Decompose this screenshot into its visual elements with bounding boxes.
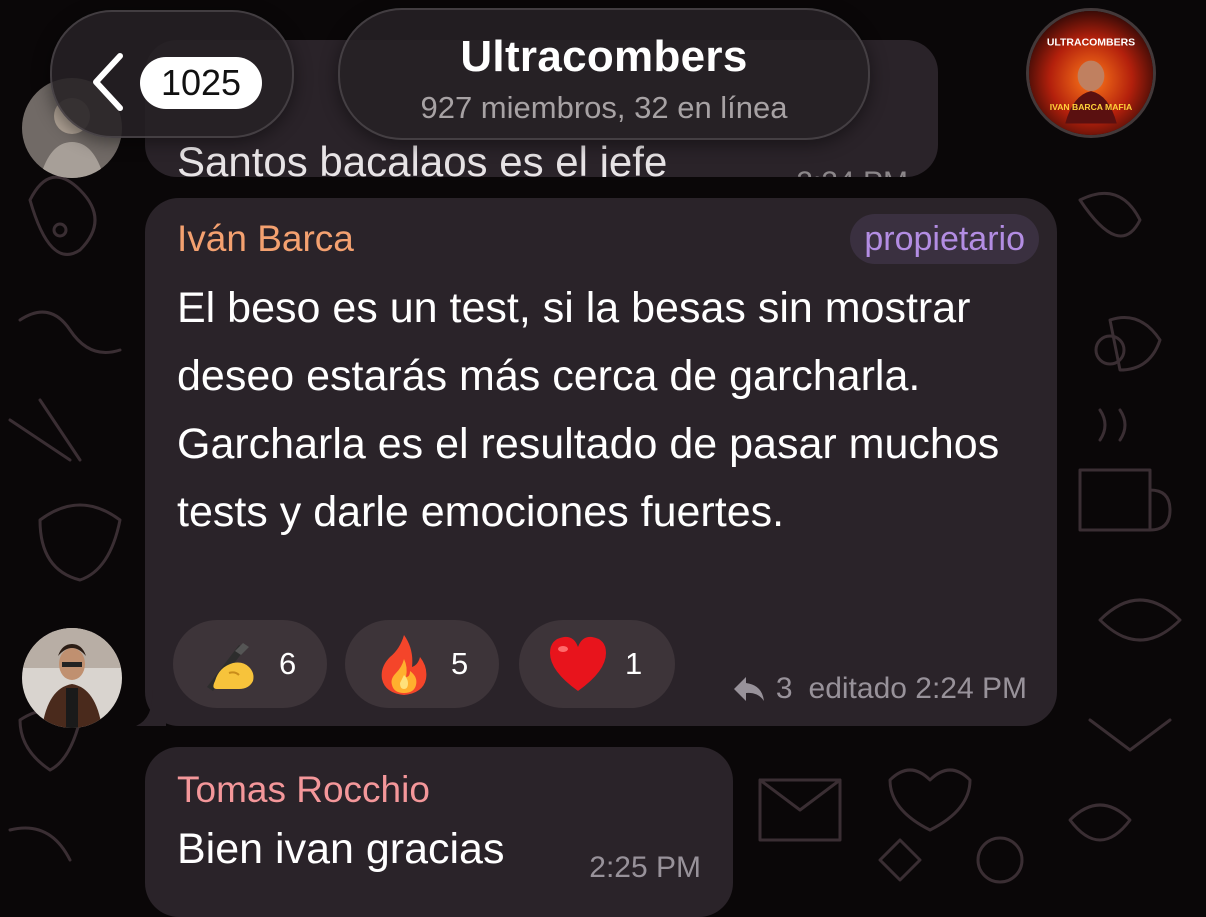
group-avatar[interactable]: ULTRACOMBERS IVAN BARCA MAFIA — [1026, 8, 1156, 138]
back-button[interactable]: 1025 — [50, 10, 294, 138]
message-bubble[interactable]: Tomas Rocchio Bien ivan gracias 2:25 PM — [145, 747, 733, 917]
group-avatar-caption: IVAN BARCA MAFIA — [1050, 102, 1132, 112]
message-bubble[interactable]: Iván Barca propietario El beso es un tes… — [145, 198, 1057, 726]
red-heart-icon — [550, 636, 606, 691]
message-time: 2:25 PM — [589, 851, 701, 884]
sender-name[interactable]: Tomas Rocchio — [177, 769, 430, 811]
reaction-count: 6 — [279, 646, 297, 681]
message-time: 2:24 PM — [796, 166, 908, 177]
reaction-count: 5 — [451, 646, 469, 681]
fire-icon — [381, 635, 427, 695]
reaction-fire[interactable]: 5 — [345, 620, 499, 708]
sender-name[interactable]: Iván Barca — [177, 218, 354, 260]
message-status: editado 2:24 PM — [808, 672, 1027, 705]
sender-avatar[interactable] — [22, 628, 122, 728]
message-text: Santos bacalaos es el jefe — [177, 138, 668, 177]
chat-subtitle: 927 miembros, 32 en línea — [420, 90, 788, 125]
message-meta: 3 editado 2:24 PM — [732, 672, 1027, 706]
reply-count[interactable]: 3 — [776, 672, 793, 706]
unread-count-badge: 1025 — [140, 57, 262, 109]
chevron-left-icon — [93, 53, 123, 111]
chat-header[interactable]: Ultracombers 927 miembros, 32 en línea — [338, 8, 870, 140]
message-text: Bien ivan gracias — [177, 825, 505, 873]
writing-hand-icon — [207, 643, 254, 691]
reaction-writing-hand[interactable]: 6 — [173, 620, 327, 708]
chat-title: Ultracombers — [460, 32, 748, 81]
message-text: El beso es un test, si la besas sin most… — [177, 284, 1000, 536]
group-avatar-title: ULTRACOMBERS — [1047, 37, 1135, 48]
bubble-tail — [136, 690, 166, 726]
owner-badge: propietario — [850, 214, 1039, 264]
reaction-heart[interactable]: 1 — [519, 620, 675, 708]
reply-arrow-icon[interactable] — [732, 675, 766, 703]
reaction-count: 1 — [625, 646, 643, 681]
